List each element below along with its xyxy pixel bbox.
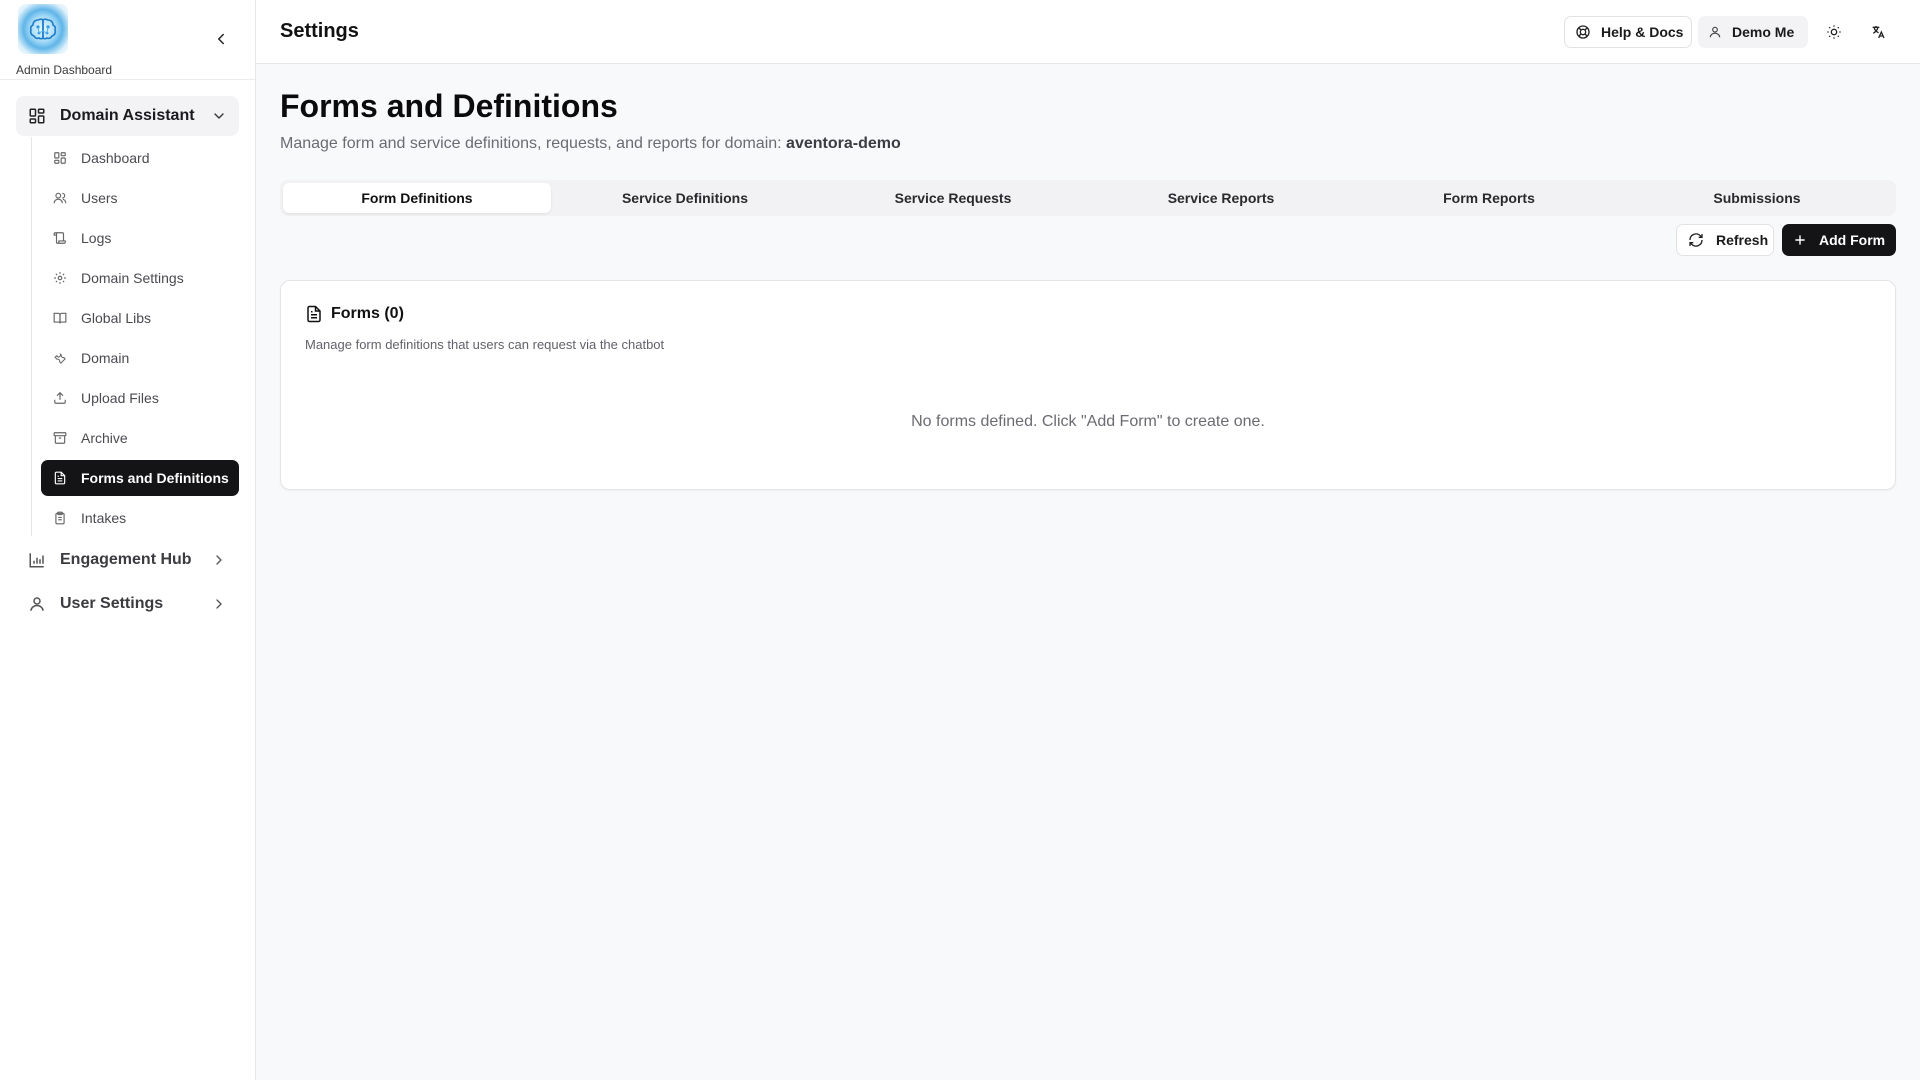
users-icon (53, 191, 67, 205)
tab-bar: Form Definitions Service Definitions Ser… (280, 180, 1896, 216)
refresh-icon (1688, 232, 1704, 248)
nav-group-user-settings[interactable]: User Settings (16, 584, 239, 624)
sidebar-item-label: Domain (81, 350, 130, 366)
sidebar: Admin Dashboard Domain Assistant Dashboa… (0, 0, 256, 1080)
user-name-label: Demo Me (1732, 24, 1795, 40)
brand-area: Admin Dashboard (0, 0, 255, 80)
layout-grid-icon (28, 107, 46, 125)
tab-form-definitions[interactable]: Form Definitions (283, 183, 551, 213)
forms-card: Forms (0) Manage form definitions that u… (280, 280, 1896, 490)
sidebar-item-label: Domain Settings (81, 270, 184, 286)
tab-service-definitions[interactable]: Service Definitions (551, 183, 819, 213)
top-bar: Settings Help & Docs Demo Me (256, 0, 1920, 64)
archive-icon (53, 431, 67, 445)
user-icon (28, 595, 46, 613)
sidebar-item-domain-settings[interactable]: Domain Settings (41, 260, 239, 296)
life-buoy-icon (1575, 24, 1591, 40)
page-subtitle-text: Manage form and service definitions, req… (280, 135, 782, 152)
language-button[interactable] (1866, 20, 1890, 44)
wrench-icon (53, 351, 67, 365)
scroll-icon (53, 231, 67, 245)
layout-grid-icon (53, 151, 67, 165)
collapse-sidebar-button[interactable] (212, 30, 230, 48)
sidebar-item-label: Upload Files (81, 390, 159, 406)
refresh-label: Refresh (1716, 232, 1769, 248)
chevron-right-icon (211, 596, 227, 612)
domain-name: aventora-demo (786, 135, 901, 152)
topbar-title: Settings (280, 20, 359, 42)
tab-service-reports[interactable]: Service Reports (1087, 183, 1355, 213)
nav-group-label: Domain Assistant (60, 107, 195, 124)
sidebar-item-upload-files[interactable]: Upload Files (41, 380, 239, 416)
brain-logo-icon (18, 4, 68, 54)
sun-icon (1826, 24, 1842, 40)
chevron-right-icon (211, 552, 227, 568)
sidebar-item-dashboard[interactable]: Dashboard (41, 140, 239, 176)
refresh-button[interactable]: Refresh (1676, 224, 1774, 256)
book-icon (53, 311, 67, 325)
sidebar-item-intakes[interactable]: Intakes (41, 500, 239, 536)
sidebar-item-label: Dashboard (81, 150, 150, 166)
user-menu-button[interactable]: Demo Me (1698, 16, 1808, 48)
tab-submissions[interactable]: Submissions (1623, 183, 1891, 213)
sidebar-item-label: Global Libs (81, 310, 152, 326)
sidebar-item-global-libs[interactable]: Global Libs (41, 300, 239, 336)
upload-icon (53, 391, 67, 405)
brand-label: Admin Dashboard (16, 63, 113, 77)
sidebar-item-label: Archive (81, 430, 128, 446)
sidebar-item-label: Intakes (81, 510, 127, 526)
sidebar-item-label: Forms and Definitions (81, 470, 229, 486)
nav-group-label: User Settings (60, 595, 164, 612)
sidebar-item-label: Logs (81, 230, 112, 246)
help-docs-button[interactable]: Help & Docs (1564, 16, 1692, 48)
tab-form-reports[interactable]: Form Reports (1355, 183, 1623, 213)
file-text-icon (305, 305, 323, 323)
page-title: Forms and Definitions (280, 88, 618, 124)
submenu-guide-line (31, 137, 32, 536)
translate-icon (1870, 24, 1886, 40)
page-subtitle: Manage form and service definitions, req… (280, 135, 901, 153)
sidebar-item-users[interactable]: Users (41, 180, 239, 216)
gear-icon (53, 271, 67, 285)
help-docs-label: Help & Docs (1601, 24, 1684, 40)
add-form-label: Add Form (1819, 232, 1886, 248)
sidebar-item-domain[interactable]: Domain (41, 340, 239, 376)
nav-group-label: Engagement Hub (60, 551, 192, 568)
nav-group-domain-assistant[interactable]: Domain Assistant (16, 96, 239, 136)
nav-group-engagement-hub[interactable]: Engagement Hub (16, 540, 239, 580)
user-icon (1708, 25, 1722, 39)
sidebar-item-label: Users (81, 190, 118, 206)
add-form-button[interactable]: Add Form (1782, 224, 1896, 256)
theme-toggle-button[interactable] (1822, 20, 1846, 44)
tab-service-requests[interactable]: Service Requests (819, 183, 1087, 213)
card-header: Forms (0) (305, 305, 404, 323)
sidebar-item-archive[interactable]: Archive (41, 420, 239, 456)
chevron-down-icon (211, 108, 227, 124)
card-title: Forms (0) (331, 305, 404, 322)
clipboard-icon (53, 511, 67, 525)
empty-state-text: No forms defined. Click "Add Form" to cr… (911, 413, 1265, 430)
file-text-icon (53, 471, 67, 485)
plus-icon (1793, 233, 1807, 247)
chevron-left-icon (218, 33, 224, 45)
sidebar-item-forms-and-definitions[interactable]: Forms and Definitions (41, 460, 239, 496)
bar-chart-icon (28, 551, 46, 569)
card-description: Manage form definitions that users can r… (305, 337, 665, 352)
sidebar-item-logs[interactable]: Logs (41, 220, 239, 256)
